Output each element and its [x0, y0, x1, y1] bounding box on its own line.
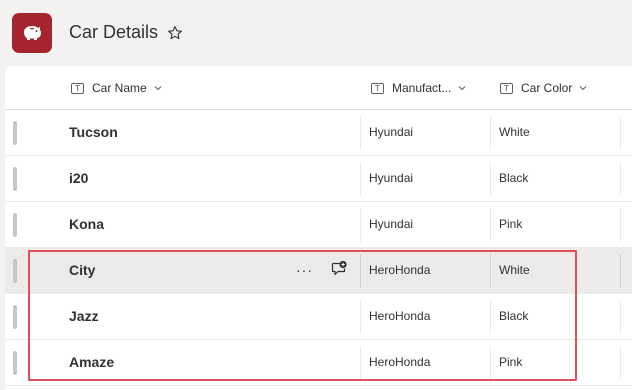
row-select-handle[interactable]	[13, 121, 17, 145]
text-column-icon	[500, 82, 513, 94]
manufacturer-cell: HeroHonda	[369, 309, 431, 323]
column-divider	[620, 254, 621, 288]
table-row-hovered[interactable]: City ··· HeroHonda White	[5, 248, 632, 294]
manufacturer-cell: HeroHonda	[369, 263, 431, 277]
column-header-car-name[interactable]: Car Name	[71, 79, 162, 97]
row-select-handle[interactable]	[13, 259, 17, 283]
car-name-cell[interactable]: Kona	[69, 216, 104, 232]
car-color-cell: Black	[499, 309, 529, 323]
car-name-cell[interactable]: Tucson	[69, 124, 118, 140]
row-select-handle[interactable]	[13, 305, 17, 329]
list-header: Car Details	[0, 0, 632, 66]
table-row[interactable]: Kona Hyundai Pink	[5, 202, 632, 248]
row-select-handle[interactable]	[13, 351, 17, 375]
table-row[interactable]: Tucson Hyundai White	[5, 110, 632, 156]
table-row[interactable]: Jazz HeroHonda Black	[5, 294, 632, 340]
manufacturer-cell: Hyundai	[369, 171, 414, 185]
column-divider	[620, 300, 621, 334]
piggy-bank-icon	[24, 26, 41, 40]
column-divider	[490, 300, 491, 334]
chevron-down-icon	[154, 86, 162, 91]
table-row[interactable]: i20 Hyundai Black	[5, 156, 632, 202]
comment-add-icon[interactable]	[330, 260, 348, 278]
manufacturer-cell: Hyundai	[369, 217, 414, 231]
table-row[interactable]: Amaze HeroHonda Pink	[5, 340, 632, 386]
manufacturer-cell: HeroHonda	[369, 355, 431, 369]
text-column-icon	[371, 82, 384, 94]
column-divider	[360, 300, 361, 334]
column-divider	[490, 346, 491, 380]
column-label: Car Name	[92, 81, 147, 95]
car-color-cell: White	[499, 263, 530, 277]
manufacturer-cell: Hyundai	[369, 125, 414, 139]
car-color-cell: White	[499, 125, 530, 139]
car-name-cell[interactable]: Amaze	[69, 354, 114, 370]
column-divider	[360, 162, 361, 196]
column-divider	[360, 254, 361, 288]
column-label: Manufact...	[392, 81, 452, 95]
column-divider	[620, 208, 621, 242]
more-actions-button[interactable]: ···	[296, 262, 313, 278]
car-name-cell[interactable]: i20	[69, 170, 88, 186]
row-select-handle[interactable]	[13, 167, 17, 191]
column-divider	[620, 162, 621, 196]
text-column-icon	[71, 82, 84, 94]
column-divider	[490, 162, 491, 196]
column-divider	[360, 346, 361, 380]
chevron-down-icon	[459, 86, 466, 91]
car-color-cell: Pink	[499, 217, 523, 231]
column-header-car-color[interactable]: Car Color	[500, 79, 587, 97]
column-divider	[620, 346, 621, 380]
column-header-row: Car Name Manufact... Car Color	[5, 66, 632, 110]
star-icon[interactable]	[167, 25, 183, 41]
chevron-down-icon	[580, 86, 587, 91]
column-divider	[360, 116, 361, 150]
column-divider	[360, 208, 361, 242]
column-header-manufacturer[interactable]: Manufact...	[371, 79, 466, 97]
page-title: Car Details	[69, 22, 159, 42]
column-divider	[490, 116, 491, 150]
car-color-cell: Black	[499, 171, 529, 185]
column-label: Car Color	[521, 81, 573, 95]
app-icon[interactable]	[12, 13, 52, 53]
column-divider	[490, 208, 491, 242]
list-view: Car Name Manufact... Car Color Tucson Hy…	[5, 66, 632, 390]
column-divider	[490, 254, 491, 288]
row-select-handle[interactable]	[13, 213, 17, 237]
car-color-cell: Pink	[499, 355, 523, 369]
car-name-cell[interactable]: Jazz	[69, 308, 99, 324]
column-divider	[620, 116, 621, 150]
car-name-cell[interactable]: City	[69, 262, 95, 278]
